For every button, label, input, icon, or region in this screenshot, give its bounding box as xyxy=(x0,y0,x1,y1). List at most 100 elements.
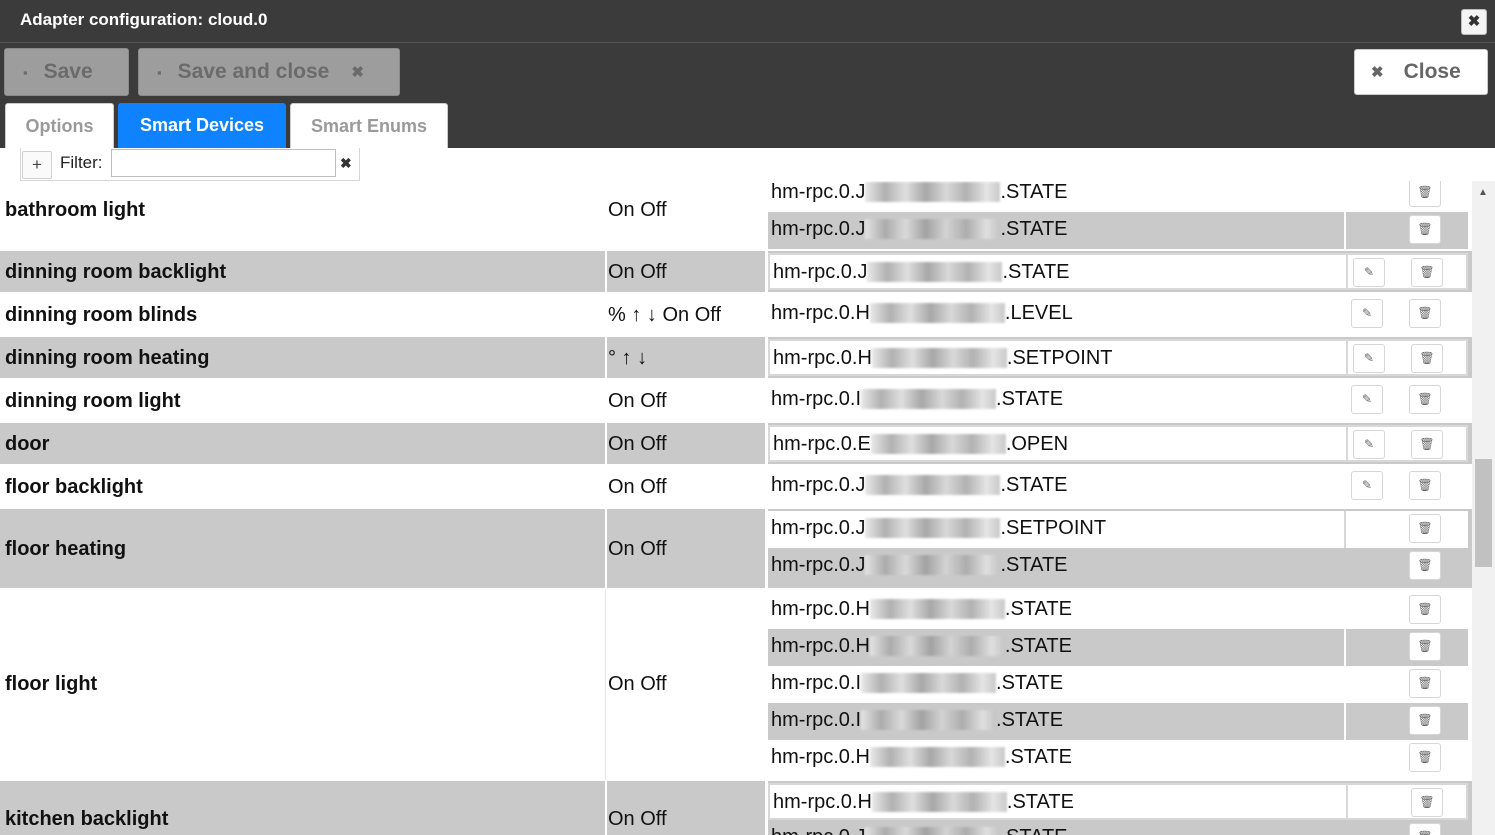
oid-text: hm-rpc.0.J.STATE xyxy=(771,181,1068,203)
device-types: % ↑ ↓ On Off xyxy=(608,304,721,326)
scrollbar-thumb[interactable] xyxy=(1475,459,1492,567)
table-row[interactable]: floor backlight On Off hm-rpc.0.J .STATE … xyxy=(0,466,1472,507)
close-icon[interactable]: ✖ xyxy=(1461,9,1487,35)
edit-icon[interactable]: ✎ xyxy=(1353,344,1385,373)
scrollbar[interactable]: ▲ xyxy=(1472,181,1495,835)
oid-row: hm-rpc.0.H .STATE 🗑 xyxy=(768,629,1468,666)
delete-icon[interactable]: 🗑 xyxy=(1409,632,1441,661)
filter-input[interactable] xyxy=(111,149,336,177)
tab-smart-enums[interactable]: Smart Enums xyxy=(290,103,448,148)
table-row[interactable]: kitchen backlight On Off hm-rpc.0.H .STAT… xyxy=(0,781,1472,835)
delete-icon[interactable]: 🗑 xyxy=(1409,385,1441,414)
blurred-id xyxy=(869,636,1005,656)
device-name: dinning room backlight xyxy=(5,261,227,283)
delete-icon[interactable]: 🗑 xyxy=(1409,706,1441,735)
edit-icon[interactable]: ✎ xyxy=(1351,299,1383,328)
table-row[interactable]: floor heating On Off hm-rpc.0.J .SETPOINT… xyxy=(0,509,1472,588)
edit-icon[interactable]: ✎ xyxy=(1353,430,1385,459)
delete-icon[interactable]: 🗑 xyxy=(1409,299,1441,328)
oid-text: hm-rpc.0.J.STATE xyxy=(771,474,1068,496)
devices-table: bathroom light On Off hm-rpc.0.J .STATE 🗑… xyxy=(0,181,1472,835)
blurred-id xyxy=(865,555,1001,575)
oid-text: hm-rpc.0.J.STATE xyxy=(773,261,1070,283)
delete-icon[interactable]: 🗑 xyxy=(1411,430,1443,459)
table-row[interactable]: bathroom light On Off hm-rpc.0.J .STATE 🗑… xyxy=(0,181,1472,249)
blurred-id xyxy=(869,747,1005,767)
delete-icon[interactable]: 🗑 xyxy=(1409,551,1441,580)
oid-text: hm-rpc.0.J.STATE xyxy=(771,218,1068,240)
delete-icon[interactable]: 🗑 xyxy=(1409,595,1441,624)
device-types: On Off xyxy=(608,538,667,560)
oid-text: hm-rpc.0.H .STATE xyxy=(773,791,1074,813)
table-row[interactable]: door On Off hm-rpc.0.E .OPEN ✎ 🗑 xyxy=(0,423,1472,464)
oid-row: hm-rpc.0.J.STATE 🗑 xyxy=(768,820,1468,835)
device-types: On Off xyxy=(608,199,667,221)
device-name: floor light xyxy=(5,673,98,695)
divider xyxy=(605,423,607,464)
table-row[interactable]: dinning room heating ° ↑ ↓ hm-rpc.0.H .SE… xyxy=(0,337,1472,378)
table-row[interactable]: dinning room light On Off hm-rpc.0.I .STA… xyxy=(0,380,1472,421)
save-and-close-label: Save and close xyxy=(177,60,330,83)
device-types: On Off xyxy=(608,261,667,283)
save-and-close-button[interactable]: ▪ Save and close ✖ xyxy=(138,48,400,96)
oid-row: hm-rpc.0.J .STATE ✎ 🗑 xyxy=(768,468,1468,505)
table-row[interactable]: dinning room blinds % ↑ ↓ On Off hm-rpc.… xyxy=(0,294,1472,335)
delete-icon[interactable]: 🗑 xyxy=(1409,215,1441,244)
device-types: ° ↑ ↓ xyxy=(608,347,648,369)
filter-row: + Filter: ✖ xyxy=(0,148,1495,181)
oid-row: hm-rpc.0.I .STATE 🗑 xyxy=(768,703,1468,740)
delete-icon[interactable]: 🗑 xyxy=(1409,514,1441,543)
oid-text: hm-rpc.0.I .STATE xyxy=(771,388,1064,410)
divider xyxy=(1344,212,1346,249)
device-name: floor backlight xyxy=(5,476,143,498)
divider xyxy=(1346,341,1348,374)
blurred-id xyxy=(861,710,997,730)
oid-text: hm-rpc.0.H .SETPOINT xyxy=(773,347,1113,369)
table-row[interactable]: floor light On Off hm-rpc.0.H .STATE 🗑 hm… xyxy=(0,590,1472,779)
delete-icon[interactable]: 🗑 xyxy=(1409,743,1441,772)
tab-options[interactable]: Options xyxy=(5,103,114,148)
blurred-id xyxy=(869,303,1005,323)
blurred-id xyxy=(870,434,1006,454)
floppy-icon: ▪ xyxy=(157,64,162,80)
delete-icon[interactable]: 🗑 xyxy=(1411,788,1443,817)
divider xyxy=(605,781,607,835)
edit-icon[interactable]: ✎ xyxy=(1351,471,1383,500)
edit-icon[interactable]: ✎ xyxy=(1351,385,1383,414)
delete-icon[interactable]: 🗑 xyxy=(1409,181,1441,207)
divider xyxy=(605,337,607,378)
oid-row: hm-rpc.0.J.STATE 🗑 xyxy=(768,212,1468,249)
oid-row: hm-rpc.0.H .STATE 🗑 xyxy=(768,740,1468,777)
close-button[interactable]: ✖ Close xyxy=(1354,49,1488,95)
table-row[interactable]: dinning room backlight On Off hm-rpc.0.J… xyxy=(0,251,1472,292)
oid-text: hm-rpc.0.J.STATE xyxy=(771,554,1068,576)
device-types: On Off xyxy=(608,476,667,498)
blurred-id xyxy=(865,219,1001,239)
blurred-id xyxy=(869,599,1005,619)
delete-icon[interactable]: 🗑 xyxy=(1409,471,1441,500)
delete-icon[interactable]: 🗑 xyxy=(1411,344,1443,373)
oid-row: hm-rpc.0.J.STATE 🗑 xyxy=(768,548,1468,585)
tab-smart-devices[interactable]: Smart Devices xyxy=(118,103,286,148)
device-name: floor heating xyxy=(5,538,127,560)
divider xyxy=(1344,511,1346,548)
divider xyxy=(1344,703,1346,740)
divider xyxy=(1346,427,1348,460)
delete-icon[interactable]: 🗑 xyxy=(1409,823,1441,835)
oid-text: hm-rpc.0.J .SETPOINT xyxy=(771,517,1107,539)
device-types: On Off xyxy=(608,433,667,455)
clear-filter-icon[interactable]: ✖ xyxy=(340,155,352,172)
device-name: dinning room blinds xyxy=(5,304,198,326)
scroll-up-icon[interactable]: ▲ xyxy=(1478,187,1488,198)
edit-icon[interactable]: ✎ xyxy=(1353,258,1385,287)
toolbar: ▪ Save ▪ Save and close ✖ ✖ Close xyxy=(0,42,1495,98)
oid-text: hm-rpc.0.H .STATE xyxy=(771,746,1072,768)
save-button[interactable]: ▪ Save xyxy=(4,48,129,96)
blurred-id xyxy=(865,182,1001,202)
tab-bar: Options Smart Devices Smart Enums xyxy=(0,98,1495,148)
delete-icon[interactable]: 🗑 xyxy=(1409,669,1441,698)
delete-icon[interactable]: 🗑 xyxy=(1411,258,1443,287)
oid-row: hm-rpc.0.E .OPEN ✎ 🗑 xyxy=(768,425,1468,462)
divider xyxy=(605,590,606,779)
add-icon[interactable]: + xyxy=(22,151,52,179)
